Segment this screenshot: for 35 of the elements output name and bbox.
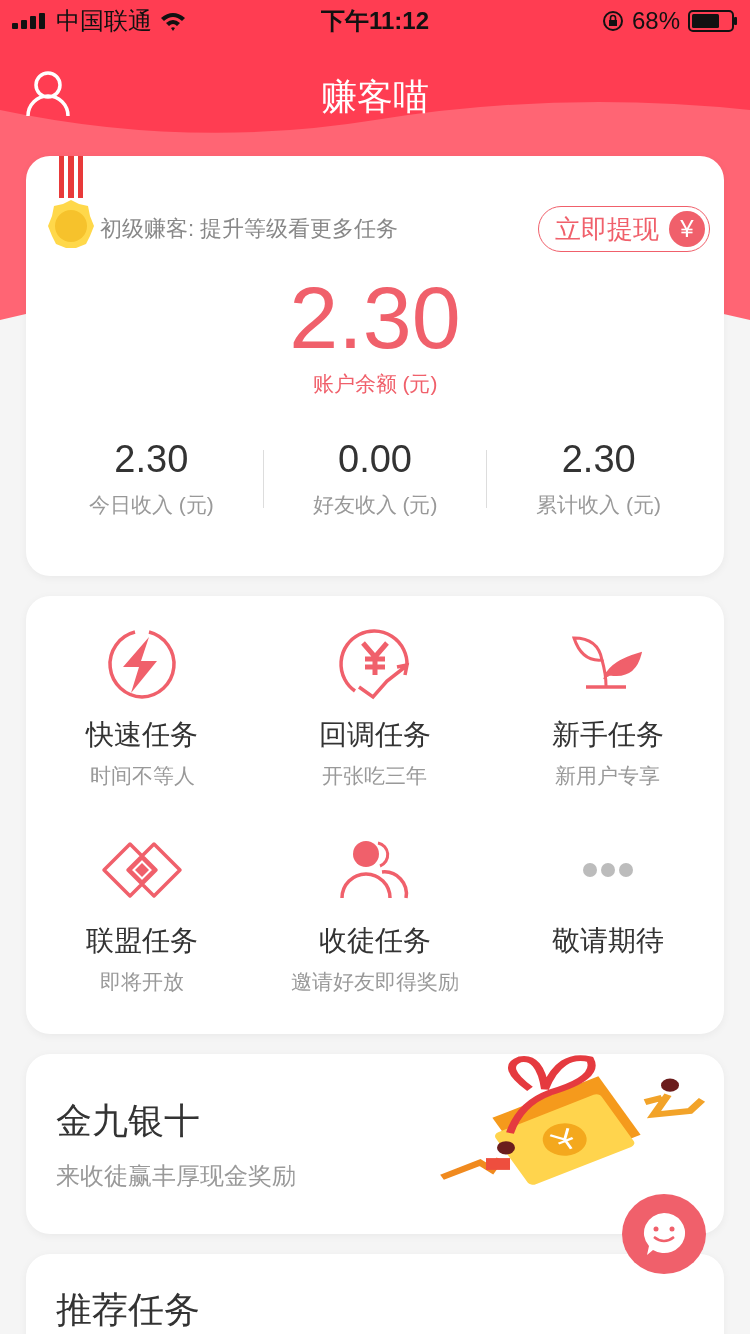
task-subtitle: 邀请好友即得奖励 xyxy=(291,969,459,995)
stat-value: 2.30 xyxy=(114,438,189,481)
promo-subtitle: 来收徒赢丰厚现金奖励 xyxy=(56,1160,297,1191)
level-text: 初级赚客: 提升等级看更多任务 xyxy=(100,215,399,243)
app-title: 赚客喵 xyxy=(321,74,429,119)
task-title[interactable]: 收徒任务 xyxy=(319,922,431,960)
stat-label: 今日收入 (元) xyxy=(88,492,214,518)
stat-value: 2.30 xyxy=(561,438,636,481)
task-title[interactable]: 快速任务 xyxy=(86,716,199,754)
task-subtitle: 开张吃三年 xyxy=(322,763,428,789)
stat-label: 好友收入 (元) xyxy=(312,492,438,518)
promo-title: 金九银十 xyxy=(56,1098,201,1143)
user-icon[interactable] xyxy=(26,70,70,118)
people-icon[interactable] xyxy=(340,840,410,900)
status-time: 下午11:12 xyxy=(320,6,430,36)
carrier-name: 中国联通 xyxy=(56,6,152,36)
diamond-icon[interactable] xyxy=(101,841,184,899)
task-title[interactable]: 新手任务 xyxy=(551,716,664,754)
balance-label: 账户余额 (元) xyxy=(312,371,438,397)
task-title[interactable]: 回调任务 xyxy=(319,716,431,754)
task-title[interactable]: 敬请期待 xyxy=(551,922,664,960)
rotation-lock-icon xyxy=(601,10,624,32)
battery-icon xyxy=(688,10,738,32)
section-title: 推荐任务 xyxy=(56,1289,200,1330)
more-icon[interactable] xyxy=(581,862,634,878)
signal-icon xyxy=(12,13,48,29)
balance-amount: 2.30 xyxy=(289,274,461,362)
task-title[interactable]: 联盟任务 xyxy=(86,922,199,960)
stat-label: 累计收入 (元) xyxy=(536,492,662,518)
stat-value: 0.00 xyxy=(338,438,412,481)
task-subtitle: 新用户专享 xyxy=(555,763,661,789)
battery-percent: 68% xyxy=(631,7,680,35)
wifi-icon xyxy=(160,11,186,31)
task-subtitle: 时间不等人 xyxy=(89,763,195,789)
task-subtitle: 即将开放 xyxy=(100,969,185,995)
